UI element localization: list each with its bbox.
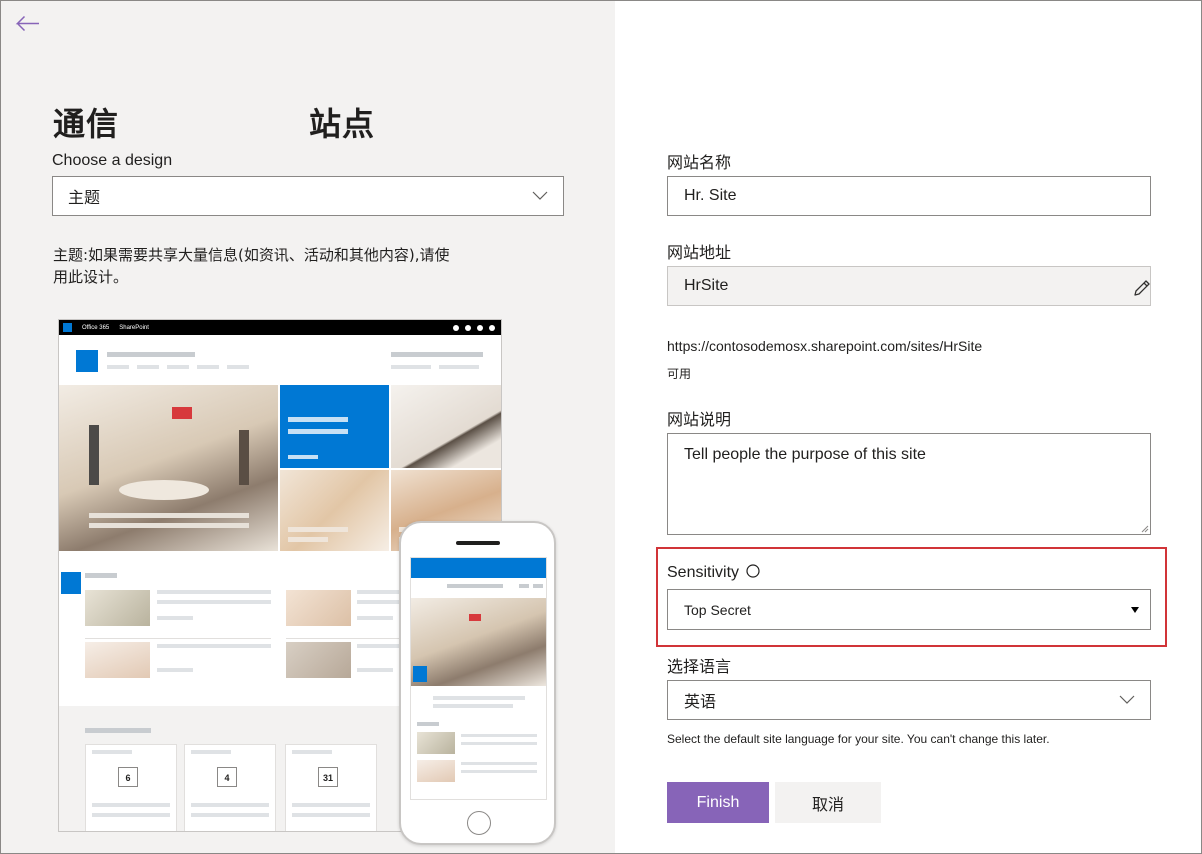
preview-office-label: Office 365 xyxy=(82,324,110,331)
page-title-part2: 站点 xyxy=(309,105,376,143)
design-dropdown[interactable]: 主题 xyxy=(52,176,564,216)
site-name-value: Hr. Site xyxy=(684,187,737,204)
site-name-input[interactable]: Hr. Site xyxy=(667,176,1151,216)
page-title-part1: 通信 xyxy=(53,105,120,143)
info-circle-icon[interactable] xyxy=(746,564,761,578)
sensitivity-dropdown-value: Top Secret xyxy=(684,601,751,618)
preview-site-logo xyxy=(76,350,98,372)
preview-calendar-day: 31 xyxy=(318,767,338,787)
site-address-value: HrSite xyxy=(684,277,729,294)
preview-calendar-day: 6 xyxy=(118,767,138,787)
language-dropdown[interactable]: 英语 xyxy=(667,680,1151,720)
finish-button[interactable]: Finish xyxy=(667,782,769,823)
site-description-label: 网站说明 xyxy=(667,410,732,429)
design-description: 主题:如果需要共享大量信息(如资讯、活动和其他内容),请使用此设计。 xyxy=(53,246,450,286)
preview-site-header xyxy=(59,335,501,385)
site-description-textarea[interactable]: Tell people the purpose of this site xyxy=(667,433,1151,535)
preview-bar-icons xyxy=(453,324,501,331)
sensitivity-dropdown[interactable]: Top Secret xyxy=(667,589,1151,630)
resize-grip-icon[interactable] xyxy=(1141,525,1149,533)
language-dropdown-value: 英语 xyxy=(684,692,717,711)
phone-preview-image xyxy=(399,521,556,845)
sensitivity-label: Sensitivity xyxy=(667,564,740,581)
preview-hero-tile xyxy=(280,385,389,468)
choose-design-label: Choose a design xyxy=(52,152,173,169)
sensitivity-label-row: Sensitivity xyxy=(667,564,761,582)
chevron-down-icon xyxy=(1119,695,1135,704)
preview-suite-bar: Office 365 SharePoint xyxy=(59,320,501,335)
caret-down-icon xyxy=(1131,606,1139,613)
pencil-edit-icon[interactable] xyxy=(1131,277,1153,299)
chevron-down-icon xyxy=(532,191,548,200)
design-panel: 通信 站点 Choose a design 主题 主题:如果需要共享大量信息(如… xyxy=(1,1,615,853)
preview-hero-photo xyxy=(59,385,278,551)
preview-event-card: 6 xyxy=(85,744,177,831)
create-site-panel: 通信 站点 Choose a design 主题 主题:如果需要共享大量信息(如… xyxy=(0,0,1202,854)
preview-app-label: SharePoint xyxy=(119,324,149,331)
preview-event-card: 31 xyxy=(285,744,377,831)
waffle-icon xyxy=(63,323,72,332)
page-title: 通信 站点 xyxy=(53,99,375,145)
preview-event-card: 4 xyxy=(184,744,276,831)
site-description-placeholder: Tell people the purpose of this site xyxy=(684,446,926,463)
availability-status: 可用 xyxy=(667,367,692,381)
site-url-text: https://contosodemosx.sharepoint.com/sit… xyxy=(667,338,983,354)
site-name-label: 网站名称 xyxy=(667,153,732,172)
cancel-button[interactable]: 取消 xyxy=(775,782,881,823)
language-hint-text: Select the default site language for you… xyxy=(667,732,1050,746)
site-address-input: HrSite xyxy=(667,266,1151,306)
language-label: 选择语言 xyxy=(667,657,732,676)
arrow-left-icon[interactable] xyxy=(11,9,43,41)
preview-calendar-day: 4 xyxy=(217,767,237,787)
design-dropdown-value: 主题 xyxy=(68,188,101,207)
site-address-label: 网站地址 xyxy=(667,243,732,262)
